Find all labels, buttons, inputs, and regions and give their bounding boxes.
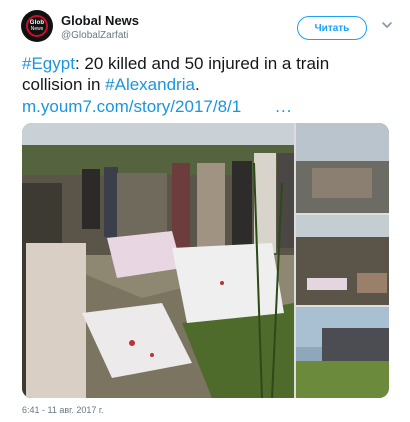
photo-middle-right[interactable] — [296, 215, 389, 305]
photo-top-right[interactable] — [296, 123, 389, 213]
tweet-link-line: m.youm7.com/story/2017/8/1... — [22, 96, 392, 117]
display-name[interactable]: Global News — [61, 13, 139, 28]
link-ellipsis[interactable]: ... — [275, 97, 292, 116]
account-handle[interactable]: @GlobalZarfati — [61, 30, 128, 41]
avatar-logo: Glob News — [26, 15, 48, 37]
tweet-link[interactable]: m.youm7.com/story/2017/8/1 — [22, 97, 241, 116]
chevron-down-icon[interactable] — [381, 19, 393, 31]
main-photo[interactable] — [22, 123, 294, 398]
hashtag-alexandria[interactable]: #Alexandria — [105, 75, 195, 94]
tweet-text: #Egypt: 20 killed and 50 injured in a tr… — [22, 53, 392, 95]
media-grid — [22, 123, 389, 398]
photo-bottom-right[interactable] — [296, 307, 389, 398]
avatar-logo-line2: News — [30, 26, 44, 32]
tweet-timestamp[interactable]: 6:41 - 11 авг. 2017 г. — [22, 405, 104, 415]
tweet-text-part-2: . — [194, 75, 200, 94]
follow-button[interactable]: Читать — [297, 16, 367, 40]
media-photos — [22, 123, 389, 398]
tweet-card: Glob News Global News @GlobalZarfati Чит… — [0, 0, 410, 422]
avatar[interactable]: Glob News — [21, 10, 53, 42]
hashtag-egypt[interactable]: #Egypt — [22, 54, 75, 73]
